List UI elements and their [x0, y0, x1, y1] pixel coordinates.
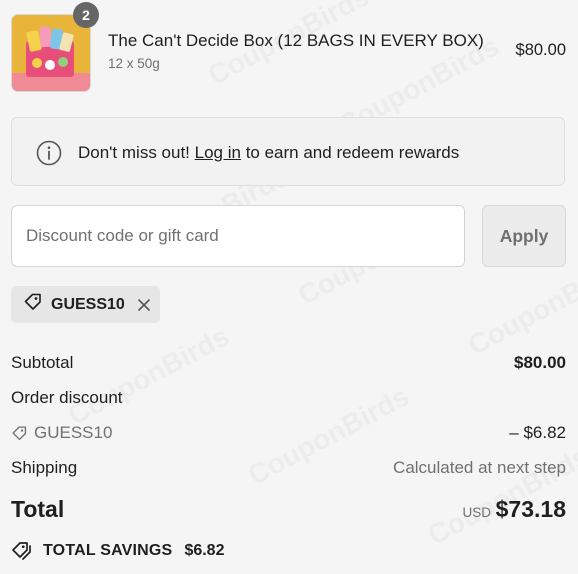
- subtotal-value: $80.00: [514, 353, 566, 372]
- shipping-value: Calculated at next step: [393, 458, 566, 477]
- watermark: CouponBirds: [243, 380, 415, 491]
- watermark: CouponBirds: [63, 320, 235, 431]
- tag-icon: [11, 425, 28, 442]
- discount-code-label: GUESS10: [34, 423, 113, 442]
- total-currency: USD: [462, 505, 491, 520]
- total-amount: $73.18: [495, 496, 566, 522]
- product-item: 2: [11, 2, 99, 92]
- applied-discount-chip: GUESS10: [11, 286, 160, 323]
- product-name: The Can't Decide Box (12 BAGS IN EVERY B…: [108, 31, 484, 50]
- applied-discount-code: GUESS10: [51, 295, 125, 313]
- total-savings-value: $6.82: [184, 542, 225, 559]
- info-icon: [36, 140, 62, 166]
- discount-value: – $6.82: [509, 423, 566, 442]
- rewards-banner-text: Don't miss out! Log in to earn and redee…: [78, 143, 459, 163]
- total-label: Total: [11, 496, 65, 522]
- quantity-badge: 2: [73, 2, 99, 28]
- apply-button[interactable]: Apply: [482, 205, 566, 267]
- product-price: $80.00: [515, 41, 566, 59]
- total-savings-label: TOTAL SAVINGS: [43, 542, 173, 559]
- tag-icon: [11, 541, 33, 561]
- product-variant: 12 x 50g: [108, 56, 160, 71]
- banner-text-before: Don't miss out!: [78, 143, 190, 162]
- rewards-banner: Don't miss out! Log in to earn and redee…: [11, 117, 565, 186]
- close-icon[interactable]: [137, 298, 151, 312]
- tag-icon: [23, 292, 43, 317]
- banner-text-after: to earn and redeem rewards: [245, 143, 460, 162]
- shipping-label: Shipping: [11, 458, 78, 477]
- total-savings: TOTAL SAVINGS $6.82: [11, 541, 224, 561]
- order-discount-label: Order discount: [11, 388, 123, 407]
- discount-code-input[interactable]: [11, 205, 465, 267]
- login-link[interactable]: Log in: [195, 143, 241, 162]
- discount-code-row: GUESS10: [11, 423, 112, 443]
- subtotal-label: Subtotal: [11, 353, 74, 372]
